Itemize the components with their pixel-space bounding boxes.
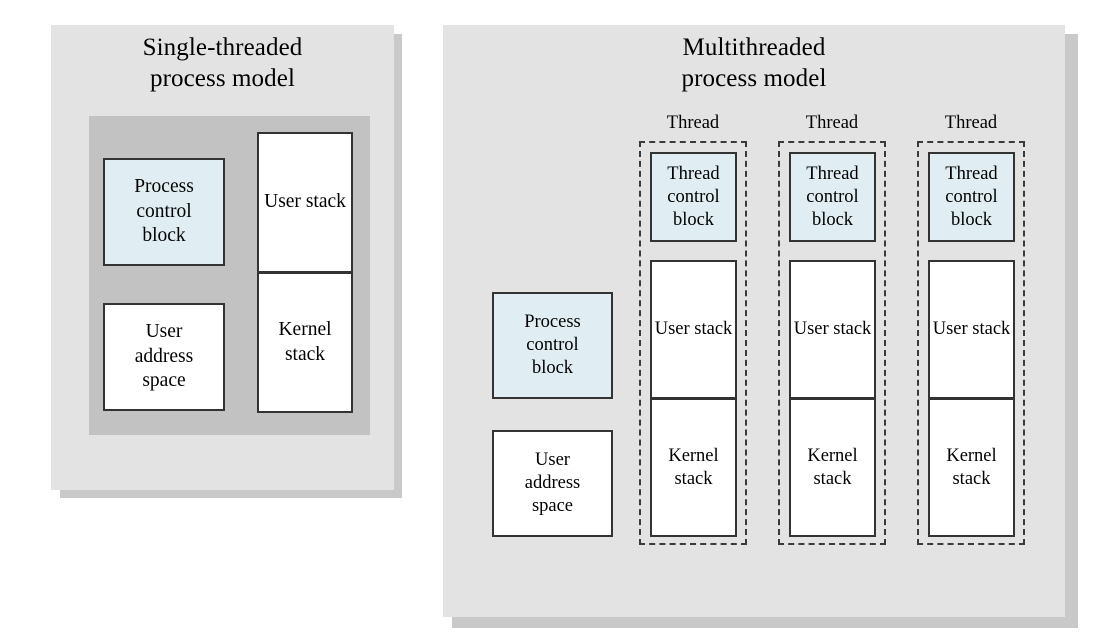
thread-3-kernel-stack-line2: stack <box>952 468 991 489</box>
right-pcb-line3: block <box>531 358 574 378</box>
thread-control-block-2: Thread control block <box>789 152 876 242</box>
left-panel-title: Single-threaded process model <box>51 32 394 94</box>
right-process-control-block: Process control block <box>492 292 613 399</box>
right-panel-title-line2: process model <box>681 65 827 92</box>
left-uas-line1: User <box>145 321 183 343</box>
thread-stack-column-2: User stack Kernel stack <box>789 260 876 537</box>
tcb-3-line1: Thread <box>945 163 998 184</box>
thread-1-user-stack-line2: stack <box>694 319 733 339</box>
thread-3-kernel-stack-line1: Kernel <box>946 445 997 466</box>
left-process-control-block: Process control block <box>103 158 225 266</box>
left-uas-line3: space <box>142 370 186 392</box>
left-pcb-line2: control <box>136 200 192 222</box>
diagram-canvas: Single-threaded process model Process co… <box>0 0 1120 643</box>
tcb-3-line3: block <box>950 209 993 230</box>
tcb-1-line3: block <box>672 209 715 230</box>
thread-stack-column-3: User stack Kernel stack <box>928 260 1015 537</box>
left-pcb-line1: Process <box>134 176 194 198</box>
tcb-2-line3: block <box>811 209 854 230</box>
tcb-1-line2: control <box>667 186 720 207</box>
left-kernel-stack: Kernel stack <box>257 273 353 413</box>
left-panel-title-line1: Single-threaded <box>142 34 303 61</box>
thread-kernel-stack-1: Kernel stack <box>650 399 737 537</box>
thread-user-stack-1: User stack <box>650 260 737 399</box>
left-user-stack: User stack <box>257 132 353 273</box>
left-panel-title-line2: process model <box>149 65 295 92</box>
right-panel-title: Multithreaded process model <box>443 32 1065 94</box>
tcb-2-line2: control <box>806 186 859 207</box>
thread-label-2: Thread <box>805 113 859 133</box>
thread-2-user-stack-line1: User <box>793 319 829 339</box>
left-kernel-stack-line2: stack <box>284 343 326 365</box>
right-pcb-line2: control <box>526 335 579 355</box>
thread-1-kernel-stack-line1: Kernel <box>668 445 719 466</box>
left-pcb-line3: block <box>142 225 186 247</box>
tcb-3-line2: control <box>945 186 998 207</box>
tcb-2-line1: Thread <box>806 163 859 184</box>
right-uas-line3: space <box>531 496 574 516</box>
thread-user-stack-2: User stack <box>789 260 876 399</box>
left-stack-column: User stack Kernel stack <box>257 132 353 413</box>
tcb-1-line1: Thread <box>667 163 720 184</box>
thread-label-3: Thread <box>944 113 998 133</box>
thread-control-block-3: Thread control block <box>928 152 1015 242</box>
thread-control-block-1: Thread control block <box>650 152 737 242</box>
right-user-address-space: User address space <box>492 430 613 537</box>
thread-2-user-stack-line2: stack <box>833 319 872 339</box>
right-uas-line2: address <box>524 473 581 493</box>
thread-2-kernel-stack-line2: stack <box>813 468 852 489</box>
thread-2-kernel-stack-line1: Kernel <box>807 445 858 466</box>
thread-1-user-stack-line1: User <box>654 319 690 339</box>
right-uas-line1: User <box>535 450 570 470</box>
right-pcb-line1: Process <box>524 312 581 332</box>
thread-stack-column-1: User stack Kernel stack <box>650 260 737 537</box>
thread-1-kernel-stack-line2: stack <box>674 468 713 489</box>
left-user-stack-line1: User <box>264 191 301 213</box>
left-kernel-stack-line1: Kernel <box>278 319 332 340</box>
left-user-stack-line2: stack <box>305 191 346 213</box>
thread-label-1: Thread <box>666 113 720 133</box>
thread-3-user-stack-line1: User <box>932 319 968 339</box>
thread-kernel-stack-2: Kernel stack <box>789 399 876 537</box>
thread-kernel-stack-3: Kernel stack <box>928 399 1015 537</box>
left-user-address-space: User address space <box>103 303 225 411</box>
right-panel-title-line1: Multithreaded <box>682 34 826 61</box>
thread-3-user-stack-line2: stack <box>972 319 1011 339</box>
thread-user-stack-3: User stack <box>928 260 1015 399</box>
left-uas-line2: address <box>134 345 194 367</box>
